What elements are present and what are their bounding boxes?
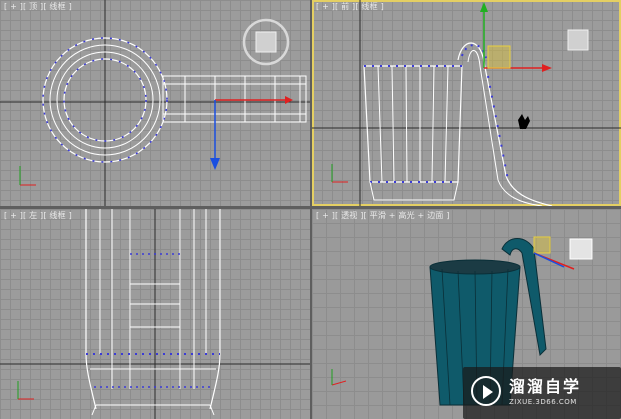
front-view-wireframe	[312, 0, 621, 206]
viewport-label-top[interactable]: [ + ][ 顶 ][ 线框 ]	[4, 1, 72, 12]
viewport-label-left[interactable]: [ + ][ 左 ][ 线框 ]	[4, 210, 72, 221]
top-view-wireframe	[0, 0, 310, 206]
watermark-logo: 溜溜自学 ZIXUE.3D66.COM	[463, 367, 621, 419]
viewport-top[interactable]: [ + ][ 顶 ][ 线框 ]	[0, 0, 310, 206]
watermark-title: 溜溜自学	[509, 377, 582, 396]
viewport-label-perspective[interactable]: [ + ][ 透视 ][ 平滑 + 高光 + 边面 ]	[316, 210, 450, 221]
watermark: 溜溜自学 ZIXUE.3D66.COM	[461, 367, 621, 419]
viewport-perspective[interactable]: [ + ][ 透视 ][ 平滑 + 高光 + 边面 ] 溜溜自学 ZIXUE.3…	[312, 209, 621, 419]
viewport-front[interactable]: [ + ][ 前 ][ 线框 ]	[312, 0, 621, 206]
play-icon	[471, 376, 501, 406]
watermark-url: ZIXUE.3D66.COM	[509, 398, 577, 406]
viewport-layout: [ + ][ 顶 ][ 线框 ] [+][前][线框] [+][…	[0, 0, 621, 419]
left-view-wireframe	[0, 209, 310, 419]
viewport-left[interactable]: [ + ][ 左 ][ 线框 ]	[0, 209, 310, 419]
viewport-label-front[interactable]: [ + ][ 前 ][ 线框 ]	[316, 1, 384, 12]
